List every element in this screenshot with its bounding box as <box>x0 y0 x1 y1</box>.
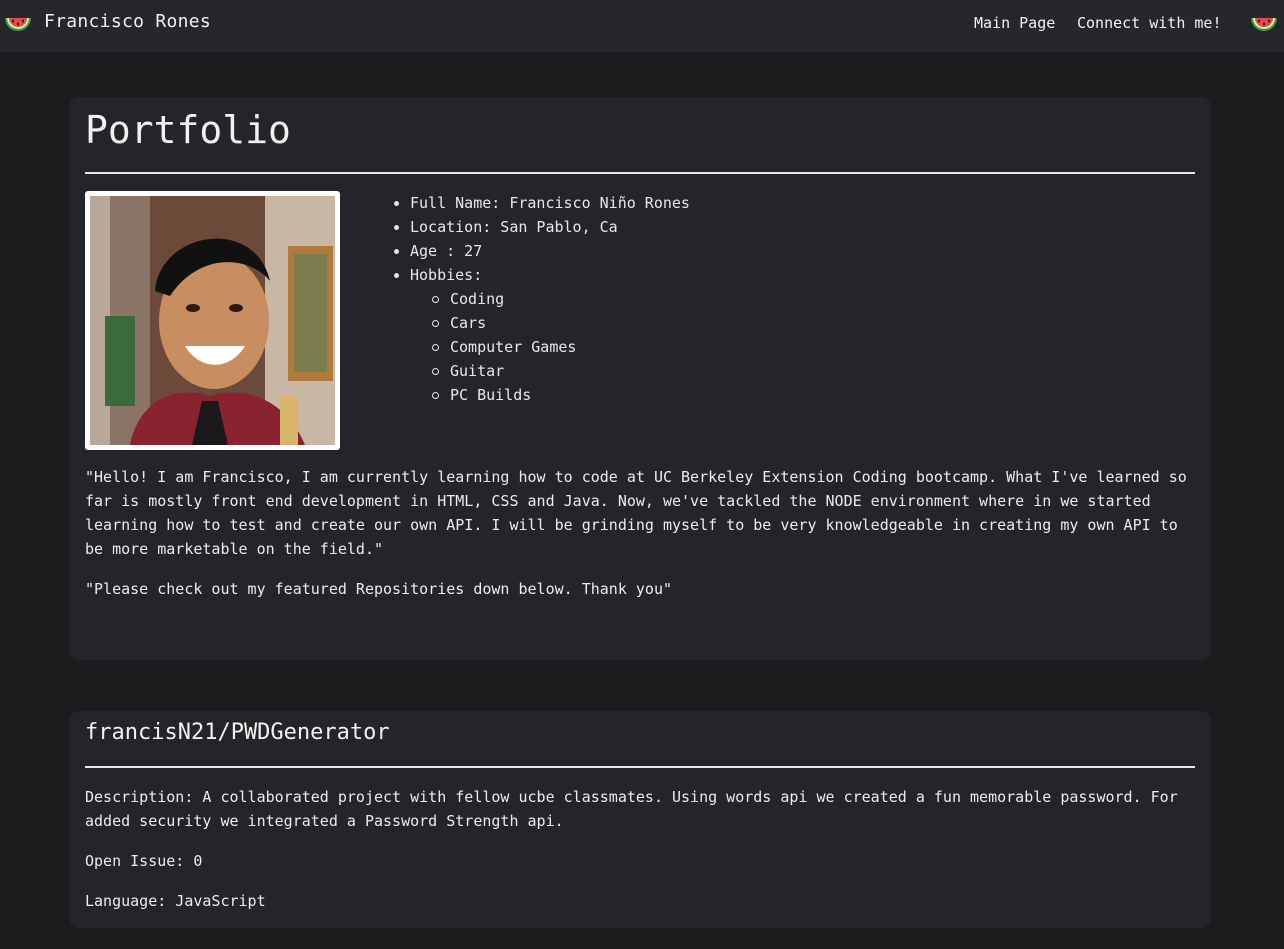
hobby-item: Computer Games <box>432 335 690 359</box>
repos-note: "Please check out my featured Repositori… <box>85 580 672 598</box>
profile-info-list: Full Name: Francisco Niño Rones Location… <box>394 191 690 407</box>
hobby-item: Guitar <box>432 359 690 383</box>
info-hobbies-label: Hobbies: <box>410 266 483 284</box>
page-title: Portfolio <box>85 108 291 152</box>
portfolio-card: Portfolio Full Name: Francisco Niño Rone… <box>70 97 1210 660</box>
profile-photo <box>85 191 340 450</box>
nav-link-connect[interactable]: Connect with me! <box>1077 14 1222 32</box>
navbar: Francisco Rones Main Page Connect with m… <box>0 0 1284 52</box>
watermelon-icon <box>5 18 31 31</box>
hobby-item: Coding <box>432 287 690 311</box>
repo-divider <box>85 766 1195 768</box>
repo-description: Description: A collaborated project with… <box>85 788 1178 830</box>
hobby-item: Cars <box>432 311 690 335</box>
repo-card: francisN21/PWDGenerator Description: A c… <box>70 711 1210 928</box>
watermelon-icon <box>1251 18 1277 31</box>
brand-link[interactable]: Francisco Rones <box>44 11 211 32</box>
title-divider <box>85 172 1195 174</box>
repo-open-issues: Open Issue: 0 <box>85 852 203 870</box>
info-hobbies: Hobbies: Coding Cars Computer Games Guit… <box>394 263 690 407</box>
info-full-name: Full Name: Francisco Niño Rones <box>394 191 690 215</box>
hobby-item: PC Builds <box>432 383 690 407</box>
hobbies-list: Coding Cars Computer Games Guitar PC Bui… <box>410 287 690 407</box>
info-age: Age : 27 <box>394 239 690 263</box>
repo-language: Language: JavaScript <box>85 892 266 910</box>
nav-link-main-page[interactable]: Main Page <box>974 14 1055 32</box>
bio-paragraph: "Hello! I am Francisco, I am currently l… <box>85 468 1187 558</box>
repo-title[interactable]: francisN21/PWDGenerator <box>85 720 390 745</box>
profile-photo-image <box>90 196 335 445</box>
info-location: Location: San Pablo, Ca <box>394 215 690 239</box>
